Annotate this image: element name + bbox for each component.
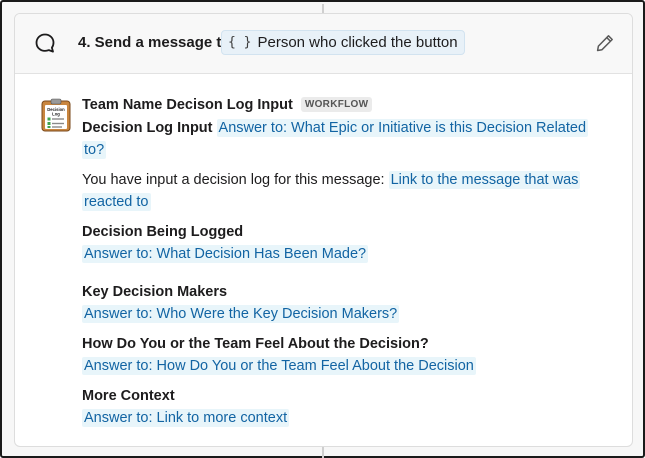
message-link-variable-cont[interactable]: reacted to xyxy=(82,193,151,211)
intro-line: You have input a decision log for this m… xyxy=(82,171,581,189)
speech-bubble-icon xyxy=(35,33,55,53)
step-title: 4. Send a message to xyxy=(78,34,231,51)
decision-made-variable[interactable]: Answer to: What Decision Has Been Made? xyxy=(82,245,369,263)
pencil-edit-icon[interactable] xyxy=(595,33,615,53)
section-value-line: Answer to: Link to more context xyxy=(82,409,290,427)
message-preview: Decision Log Team Name Decison Log Input… xyxy=(15,74,632,446)
app-name-line: Team Name Decison Log Input WORKFLOW xyxy=(82,97,373,113)
message-link-variable[interactable]: Link to the message that was xyxy=(388,171,581,189)
decision-log-input-line-2: to? xyxy=(82,141,107,159)
decision-makers-variable[interactable]: Answer to: Who Were the Key Decision Mak… xyxy=(82,305,400,323)
intro-line-2: reacted to xyxy=(82,193,151,211)
section-heading: Decision Being Logged xyxy=(82,224,244,240)
more-context-variable[interactable]: Answer to: Link to more context xyxy=(82,409,290,427)
decision-log-label: Decision Log Input xyxy=(82,120,213,136)
workflow-step-card[interactable]: 4. Send a message to { } Person who clic… xyxy=(14,13,633,447)
app-name: Team Name Decison Log Input xyxy=(82,97,293,113)
section-heading: More Context xyxy=(82,388,175,404)
variable-braces-icon: { } xyxy=(228,35,252,50)
step-connector-bottom xyxy=(322,446,324,458)
recipient-variable-label: Person who clicked the button xyxy=(257,34,458,51)
epic-initiative-variable[interactable]: Answer to: What Epic or Initiative is th… xyxy=(216,119,589,137)
decision-log-input-line: Decision Log Input Answer to: What Epic … xyxy=(82,119,589,137)
workflow-step-frame: 4. Send a message to { } Person who clic… xyxy=(0,0,645,458)
workflow-badge: WORKFLOW xyxy=(300,97,373,112)
recipient-variable-pill[interactable]: { } Person who clicked the button xyxy=(221,30,465,55)
section-value-line: Answer to: How Do You or the Team Feel A… xyxy=(82,357,476,375)
decision-log-app-icon: Decision Log xyxy=(41,98,71,132)
svg-text:Log: Log xyxy=(52,112,60,117)
section-value-line: Answer to: What Decision Has Been Made? xyxy=(82,245,369,263)
intro-text: You have input a decision log for this m… xyxy=(82,172,385,188)
section-value-line: Answer to: Who Were the Key Decision Mak… xyxy=(82,305,400,323)
section-heading: Key Decision Makers xyxy=(82,284,228,300)
epic-initiative-variable-cont[interactable]: to? xyxy=(82,141,107,159)
team-feel-variable[interactable]: Answer to: How Do You or the Team Feel A… xyxy=(82,357,476,375)
step-header: 4. Send a message to { } Person who clic… xyxy=(15,14,632,74)
section-heading: How Do You or the Team Feel About the De… xyxy=(82,336,429,352)
